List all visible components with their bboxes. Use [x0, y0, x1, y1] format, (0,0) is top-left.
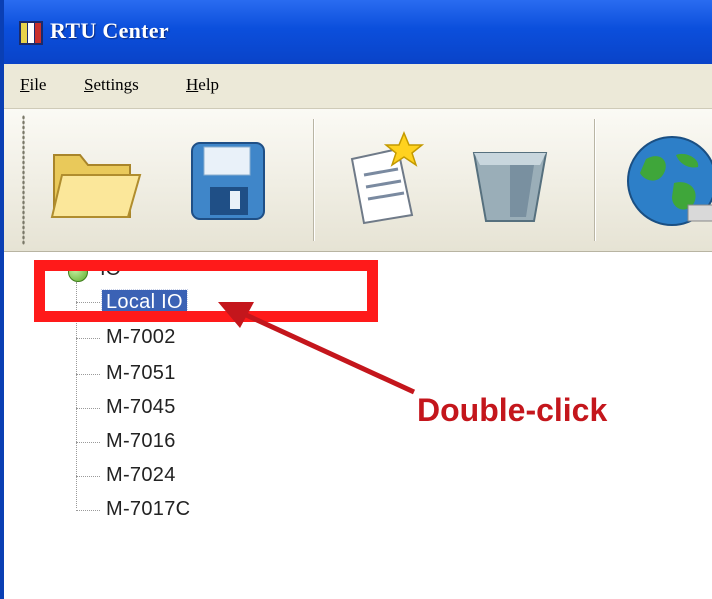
menu-settings[interactable]: Settings: [84, 75, 139, 95]
tree-connector: [76, 442, 100, 443]
network-button[interactable]: [616, 125, 712, 235]
new-button[interactable]: [334, 125, 434, 235]
tree-connector: [76, 338, 100, 339]
tree-node-m7051[interactable]: M-7051: [106, 362, 176, 385]
menu-bar: File Settings Help: [4, 64, 712, 109]
rtu-app-icon: [19, 21, 43, 45]
rtu-center-window: RTU Center File Settings Help IO Local I…: [0, 0, 712, 599]
toolbar-separator: [313, 119, 314, 241]
tree-connector: [76, 374, 100, 375]
network-globe-icon: [627, 136, 712, 226]
new-document-icon: [350, 131, 425, 225]
open-folder-icon: [50, 154, 142, 218]
toolbar: [4, 109, 712, 253]
double-click-callout: Double-click: [417, 392, 608, 428]
tree-node-m7002[interactable]: M-7002: [106, 326, 176, 349]
tree-node-m7024[interactable]: M-7024: [106, 464, 176, 487]
delete-trash-icon: [472, 152, 548, 222]
tree-node-m7045[interactable]: M-7045: [106, 396, 176, 419]
menu-file[interactable]: File: [20, 75, 46, 95]
toolbar-grip[interactable]: [22, 115, 25, 245]
tree-node-m7017c[interactable]: M-7017C: [106, 498, 190, 521]
menu-help[interactable]: Help: [186, 75, 219, 95]
toolbar-separator-2: [594, 119, 595, 241]
tree-connector: [76, 476, 100, 477]
window-title: RTU Center: [50, 18, 169, 43]
delete-button[interactable]: [460, 125, 560, 235]
open-button[interactable]: [44, 125, 144, 235]
save-floppy-icon: [191, 142, 265, 220]
save-button[interactable]: [180, 125, 280, 235]
tree-connector: [76, 408, 100, 409]
tree-connector: [76, 510, 100, 511]
highlight-box: [34, 260, 378, 322]
tree-node-m7016[interactable]: M-7016: [106, 430, 176, 453]
title-bar[interactable]: RTU Center: [4, 0, 712, 64]
